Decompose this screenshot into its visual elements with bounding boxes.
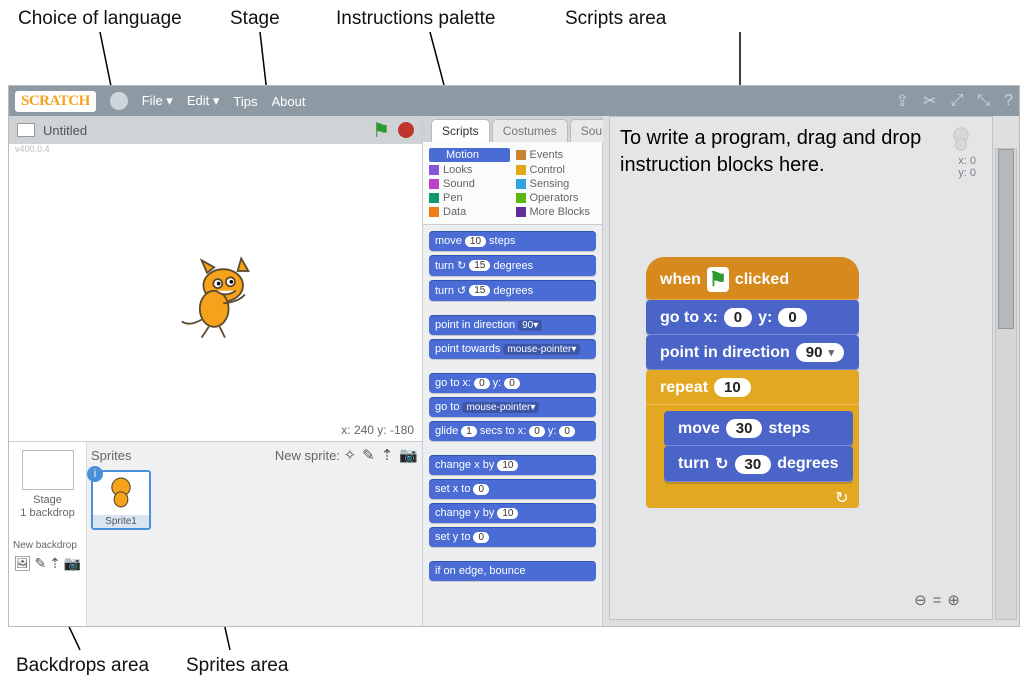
backdrop-upload-icon[interactable]: ⇡	[49, 555, 61, 572]
sprites-label: Sprites	[91, 448, 131, 463]
cat-sound[interactable]: Sound	[429, 178, 510, 190]
palette-block-move[interactable]: move10steps	[429, 231, 596, 251]
anno-stage: Stage	[230, 8, 280, 30]
anno-palette: Instructions palette	[336, 8, 495, 30]
green-flag-icon[interactable]: ⚑	[372, 118, 390, 143]
green-flag-icon: ⚑	[707, 267, 729, 292]
block-categories: Motion Events Looks Control Sound Sensin…	[423, 142, 602, 225]
zoom-out-icon[interactable]: ⊖	[914, 591, 927, 609]
backdrop-thumb[interactable]	[22, 450, 74, 490]
palette-block-turn_r[interactable]: turn ↻15degrees	[429, 255, 596, 276]
palette-block-gotoxy[interactable]: go to x:0y:0	[429, 373, 596, 393]
backdrop-library-icon[interactable]: 🖼	[14, 555, 32, 572]
block-when-flag-clicked[interactable]: when ⚑ clicked	[646, 257, 859, 300]
block-repeat-end[interactable]	[646, 488, 859, 508]
tab-scripts[interactable]: Scripts	[431, 119, 490, 142]
sprite-camera-icon[interactable]: 📷	[399, 446, 418, 464]
tab-costumes[interactable]: Costumes	[492, 119, 568, 142]
palette-column: Scripts Costumes Sounds Motion Events Lo…	[423, 116, 603, 626]
sprite-name: Sprite1	[93, 515, 149, 528]
sprite-info-icon[interactable]: i	[87, 466, 103, 482]
cat-pen[interactable]: Pen	[429, 192, 510, 204]
backdrop-count: 1 backdrop	[20, 507, 74, 519]
cat-events[interactable]: Events	[516, 148, 597, 162]
new-sprite-label: New sprite:	[275, 448, 340, 463]
palette-block-setx[interactable]: set x to0	[429, 479, 596, 499]
block-goto-xy[interactable]: go to x:0 y:0	[646, 300, 859, 335]
palette-block-sety[interactable]: set y to0	[429, 527, 596, 547]
palette-block-point_dir[interactable]: point in direction90▾	[429, 315, 596, 335]
palette-block-turn_l[interactable]: turn ↺15degrees	[429, 280, 596, 301]
sprite-info-panel: x: 0 y: 0	[946, 123, 976, 179]
scripts-column: To write a program, drag and drop instru…	[603, 116, 1019, 626]
cat-motion[interactable]: Motion	[429, 148, 510, 162]
scratch-cat-sprite[interactable]	[171, 253, 261, 343]
sprite-x: x: 0	[946, 155, 976, 167]
zoom-reset-icon[interactable]: =	[933, 592, 942, 609]
block-move-steps[interactable]: move30steps	[664, 411, 853, 446]
scrollbar-thumb[interactable]	[998, 149, 1014, 329]
menu-edit[interactable]: Edit ▾	[187, 93, 220, 109]
anno-sprites: Sprites area	[186, 655, 288, 677]
help-icon[interactable]: ?	[1004, 92, 1013, 110]
anno-lang: Choice of language	[18, 8, 182, 30]
duplicate-icon[interactable]: ⇪	[896, 91, 909, 111]
zoom-in-icon[interactable]: ⊕	[947, 591, 960, 609]
rotate-cw-icon: ↻	[715, 454, 728, 474]
cat-more[interactable]: More Blocks	[516, 206, 597, 218]
scripts-scrollbar[interactable]	[995, 148, 1017, 620]
scratch-logo: SCRATCH	[15, 91, 96, 112]
backdrop-title: Stage	[33, 494, 62, 506]
sprite-paint-icon[interactable]: ✎	[362, 446, 375, 464]
project-title: Untitled	[43, 123, 87, 138]
cat-data[interactable]: Data	[429, 206, 510, 218]
sprites-panel: Sprites New sprite: ✧ ✎ ⇡ 📷 i Sprite1	[87, 442, 422, 626]
block-turn-degrees[interactable]: turn↻30degrees	[664, 446, 853, 482]
stage-header: Untitled ⚑	[9, 116, 422, 144]
palette-block-point_to[interactable]: point towardsmouse-pointer▾	[429, 339, 596, 359]
sprite-upload-icon[interactable]: ⇡	[381, 446, 394, 464]
cat-control[interactable]: Control	[516, 164, 597, 176]
scripts-area[interactable]: To write a program, drag and drop instru…	[609, 116, 993, 620]
block-palette: move10steps turn ↻15degrees turn ↺15degree…	[423, 225, 602, 626]
sprite-thumb-sprite1[interactable]: i Sprite1	[91, 470, 151, 530]
sprite-y: y: 0	[946, 167, 976, 179]
stage-area[interactable]: x: 240 y: -180	[9, 154, 422, 442]
backdrop-paint-icon[interactable]: ✎	[34, 555, 46, 572]
grow-icon[interactable]: ⤢	[950, 92, 963, 110]
cut-icon[interactable]: ✂	[923, 91, 936, 111]
language-globe-icon[interactable]	[110, 92, 128, 110]
scratch-window: SCRATCH File ▾ Edit ▾ Tips About ⇪ ✂ ⤢ ⤡…	[8, 85, 1020, 627]
cat-looks[interactable]: Looks	[429, 164, 510, 176]
block-repeat[interactable]: repeat10	[646, 370, 859, 405]
menu-bar: SCRATCH File ▾ Edit ▾ Tips About ⇪ ✂ ⤢ ⤡…	[9, 86, 1019, 116]
backdrop-camera-icon[interactable]: 📷	[64, 555, 81, 572]
palette-block-edge[interactable]: if on edge, bounce	[429, 561, 596, 581]
backdrops-panel: Stage1 backdrop New backdrop 🖼 ✎ ⇡ 📷	[9, 442, 87, 626]
palette-block-goto[interactable]: go tomouse-pointer▾	[429, 397, 596, 417]
palette-block-chy[interactable]: change y by10	[429, 503, 596, 523]
cat-operators[interactable]: Operators	[516, 192, 597, 204]
stage-coords: x: 240 y: -180	[341, 423, 414, 437]
anno-backdrops: Backdrops area	[16, 655, 149, 677]
zoom-controls: ⊖ = ⊕	[914, 591, 960, 609]
palette-block-chx[interactable]: change x by10	[429, 455, 596, 475]
palette-block-glide[interactable]: glide1secs to x:0y:0	[429, 421, 596, 441]
left-column: Untitled ⚑ v400.0.4	[9, 116, 423, 626]
shrink-icon[interactable]: ⤡	[977, 92, 990, 110]
project-thumb-icon[interactable]	[17, 123, 35, 137]
scripts-hint-text: To write a program, drag and drop instru…	[620, 125, 992, 179]
stop-sign-icon[interactable]	[398, 122, 414, 138]
menu-file[interactable]: File ▾	[142, 93, 173, 109]
sprite-library-icon[interactable]: ✧	[344, 446, 357, 464]
script-stack[interactable]: when ⚑ clicked go to x:0 y:0 point in di…	[646, 257, 859, 508]
menu-about[interactable]: About	[271, 94, 305, 109]
version-label: v400.0.4	[9, 144, 422, 154]
cat-sensing[interactable]: Sensing	[516, 178, 597, 190]
block-point-direction[interactable]: point in direction90	[646, 335, 859, 370]
anno-scripts: Scripts area	[565, 8, 666, 30]
new-backdrop-label: New backdrop	[13, 540, 82, 551]
menu-tips[interactable]: Tips	[233, 94, 257, 109]
